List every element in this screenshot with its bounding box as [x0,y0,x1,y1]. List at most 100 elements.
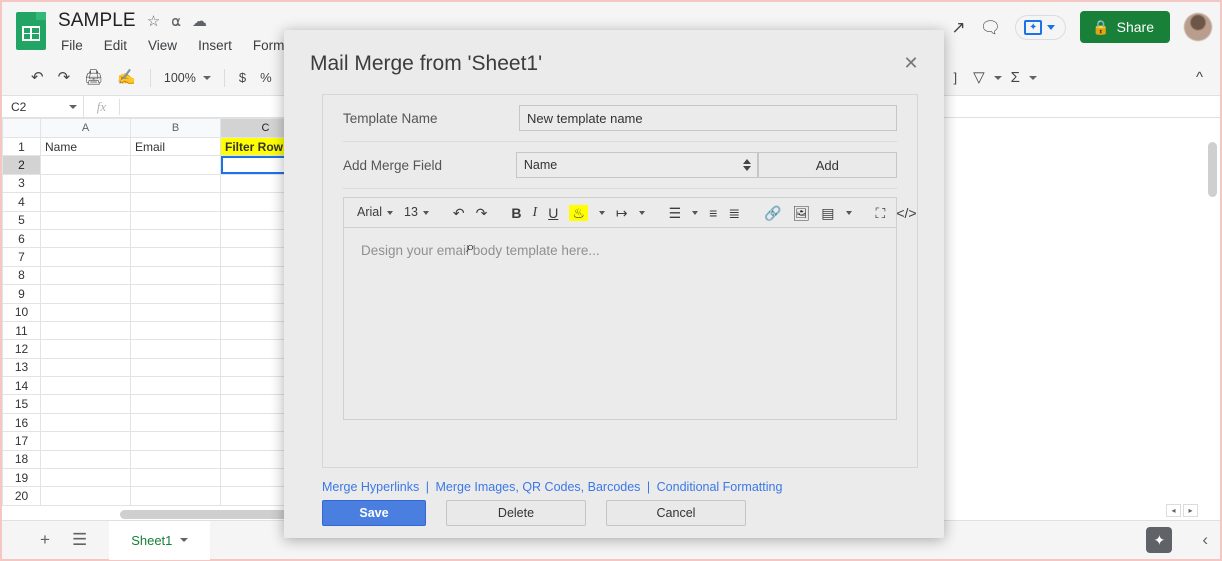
text-color-icon[interactable]: ↦ [611,204,633,222]
zoom-selector[interactable]: 100% [158,68,217,88]
cell-B13[interactable] [130,357,221,378]
numbered-list-icon[interactable]: ≣ [723,204,745,222]
row-header-18[interactable]: 18 [2,449,41,470]
cell-B1[interactable]: Email [130,136,221,157]
row-header-13[interactable]: 13 [2,357,41,378]
insert-image-icon[interactable]: 🖼 [788,204,816,222]
cell-B11[interactable] [130,320,221,341]
menu-insert[interactable]: Insert [196,37,234,54]
link-merge-hyperlinks[interactable]: Merge Hyperlinks [322,480,419,494]
underline-icon[interactable]: U [543,204,563,222]
row-header-20[interactable]: 20 [2,486,41,506]
cell-B17[interactable] [130,431,221,451]
cell-B3[interactable] [130,173,221,194]
save-button[interactable]: Save [322,500,426,526]
cell-B5[interactable] [130,210,221,230]
cell-A12[interactable] [40,339,131,359]
cell-B20[interactable] [130,486,221,506]
chevron-down-icon[interactable] [638,210,645,215]
redo-icon[interactable]: ↷ [471,204,493,222]
row-header-7[interactable]: 7 [2,247,41,267]
font-size-selector[interactable]: 13 [399,204,434,221]
row-header-10[interactable]: 10 [2,302,41,322]
cell-A7[interactable] [40,247,131,267]
cell-A2[interactable] [40,155,131,175]
insert-table-icon[interactable]: ▤ [816,204,839,222]
cell-B19[interactable] [130,468,221,488]
fullscreen-icon[interactable]: ⛶ [871,204,891,222]
scroll-arrows[interactable]: ◂ ▸ [1166,504,1198,517]
cloud-saved-icon[interactable]: ☁ [192,14,207,29]
cell-A14[interactable] [40,376,131,396]
cell-A3[interactable] [40,173,131,194]
cancel-button[interactable]: Cancel [606,500,746,526]
cell-A11[interactable] [40,320,131,341]
menu-file[interactable]: File [59,37,85,54]
cell-A4[interactable] [40,192,131,212]
star-icon[interactable]: ☆ [147,14,160,29]
cell-B8[interactable] [130,265,221,286]
cell-B14[interactable] [130,376,221,396]
row-header-8[interactable]: 8 [2,265,41,286]
all-sheets-icon[interactable]: ☰ [72,530,87,550]
row-header-2[interactable]: 2 [2,155,41,175]
email-body-editor[interactable]: Design your email body template here... … [343,228,897,420]
cell-A16[interactable] [40,412,131,433]
chevron-down-icon[interactable] [993,75,1002,80]
present-button[interactable]: ✦ [1015,14,1067,40]
source-code-icon[interactable]: </> [891,204,921,222]
link-merge-images[interactable]: Merge Images, QR Codes, Barcodes [435,480,640,494]
row-header-15[interactable]: 15 [2,394,41,414]
row-header-3[interactable]: 3 [2,173,41,194]
cell-B18[interactable] [130,449,221,470]
fill-color-icon[interactable]: ♨ [564,203,593,223]
chevron-down-icon[interactable] [845,210,852,215]
cell-B7[interactable] [130,247,221,267]
chevron-down-icon[interactable] [598,210,605,215]
bulleted-list-icon[interactable]: ≡ [704,204,722,222]
trending-up-icon[interactable]: ↗ [951,19,965,36]
sigma-functions-icon[interactable]: Σ [1004,67,1027,88]
close-icon[interactable]: ✕ [900,54,922,76]
cell-B6[interactable] [130,228,221,249]
row-header-16[interactable]: 16 [2,412,41,433]
row-header-6[interactable]: 6 [2,228,41,249]
row-header-17[interactable]: 17 [2,431,41,451]
cell-B4[interactable] [130,192,221,212]
cell-A17[interactable] [40,431,131,451]
scroll-right-icon[interactable]: ▸ [1183,504,1198,517]
chevron-down-icon[interactable] [180,538,189,542]
cell-B10[interactable] [130,302,221,322]
paint-format-icon[interactable]: ✍ [110,67,143,88]
vertical-scrollbar[interactable] [1208,142,1217,197]
cell-A15[interactable] [40,394,131,414]
share-button[interactable]: 🔒 Share [1080,11,1170,43]
align-left-icon[interactable]: ☰ [664,204,687,222]
column-header-b[interactable]: B [130,118,221,138]
move-to-folder-icon[interactable]: ⍺ [171,14,181,29]
cell-A6[interactable] [40,228,131,249]
chevron-down-icon[interactable] [692,210,699,215]
insert-link-icon[interactable]: 🔗 [759,204,786,222]
cell-A8[interactable] [40,265,131,286]
collapse-toolbar-icon[interactable]: ^ [1189,67,1210,88]
sheet-tab-sheet1[interactable]: Sheet1 [109,520,211,560]
cell-A20[interactable] [40,486,131,506]
cell-B12[interactable] [130,339,221,359]
font-family-selector[interactable]: Arial [352,204,398,221]
link-conditional-formatting[interactable]: Conditional Formatting [657,480,783,494]
row-header-1[interactable]: 1 [2,136,41,157]
chevron-down-icon[interactable] [1028,75,1037,80]
cell-A10[interactable] [40,302,131,322]
column-header-a[interactable]: A [40,118,131,138]
cell-B2[interactable] [130,155,221,175]
delete-button[interactable]: Delete [446,500,586,526]
cell-A13[interactable] [40,357,131,378]
cell-B9[interactable] [130,284,221,304]
chevron-left-icon[interactable]: ‹ [1202,530,1208,550]
scroll-left-icon[interactable]: ◂ [1166,504,1181,517]
comment-icon[interactable]: 🗨 [980,19,1002,36]
undo-icon[interactable]: ↶ [448,204,470,222]
menu-view[interactable]: View [146,37,179,54]
row-header-4[interactable]: 4 [2,192,41,212]
